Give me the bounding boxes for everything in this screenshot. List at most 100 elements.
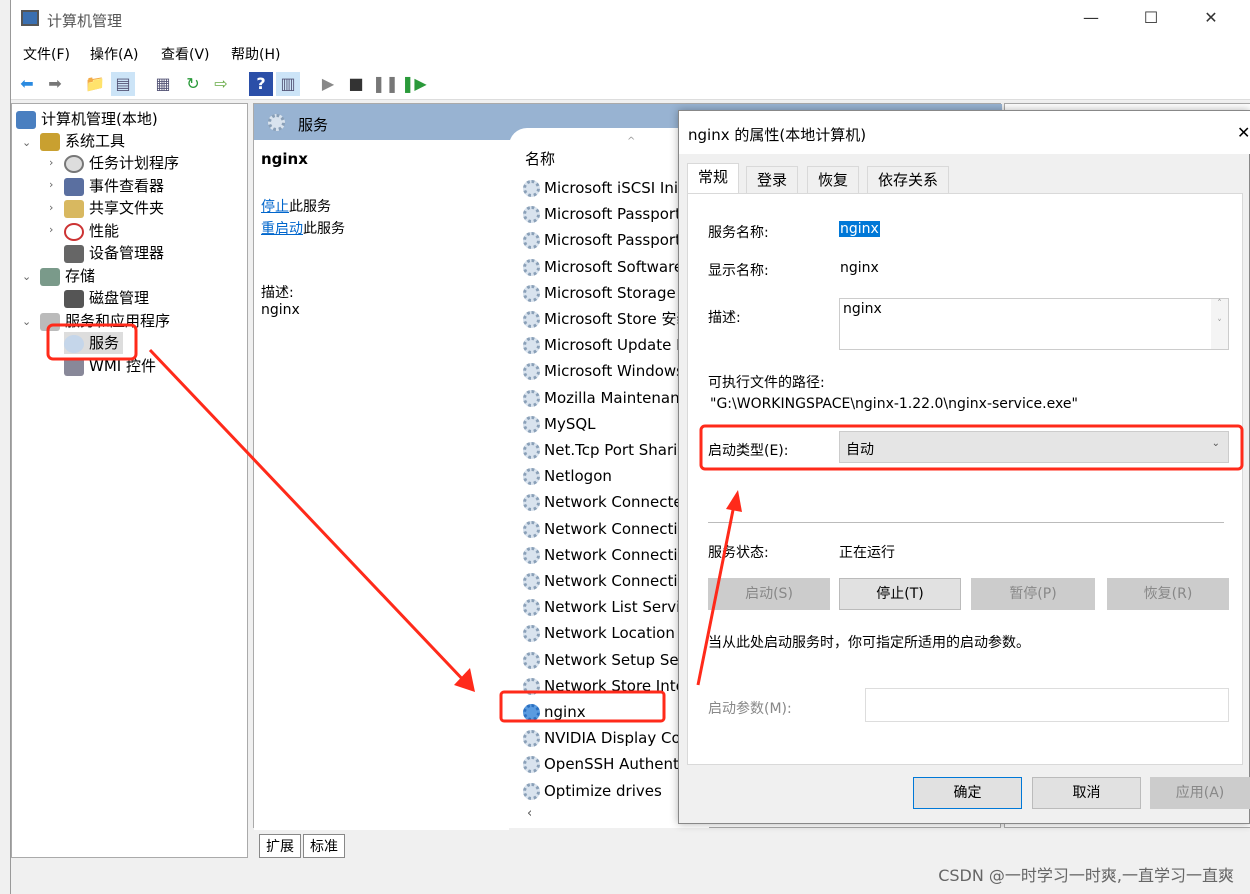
- chevron-right-icon[interactable]: ›: [49, 156, 53, 169]
- tree-root[interactable]: 计算机管理(本地): [16, 108, 158, 130]
- tab-standard[interactable]: 标准: [303, 834, 345, 858]
- dialog-close-button[interactable]: ✕: [1237, 123, 1250, 142]
- service-row[interactable]: Network Connected: [523, 490, 693, 514]
- service-row[interactable]: Network List Servic: [523, 595, 693, 619]
- stop-icon[interactable]: ■: [344, 72, 368, 96]
- window-title: 计算机管理: [47, 12, 123, 30]
- play-icon[interactable]: ▶: [316, 72, 340, 96]
- resume-icon[interactable]: ❚▶: [401, 72, 427, 96]
- tree-item-device-manager[interactable]: 设备管理器: [64, 242, 164, 264]
- tree-item-services[interactable]: 服务: [64, 332, 124, 354]
- service-row[interactable]: Mozilla Maintenanc: [523, 386, 693, 410]
- service-row[interactable]: OpenSSH Authenti: [523, 752, 693, 776]
- menu-view[interactable]: 查看(V): [161, 44, 210, 64]
- tab-recovery[interactable]: 恢复: [807, 166, 860, 194]
- service-row[interactable]: Network Store Inter: [523, 674, 693, 698]
- tree-item-system-tools[interactable]: 系统工具: [40, 130, 125, 152]
- apply-button[interactable]: 应用(A): [1150, 777, 1250, 809]
- tree-label: 服务: [89, 334, 120, 352]
- tree-item-services-and-apps[interactable]: 服务和应用程序: [40, 310, 170, 332]
- gear-icon: [523, 284, 540, 302]
- service-row[interactable]: Microsoft Store 安装: [523, 307, 693, 331]
- service-name: Microsoft Store 安装: [544, 310, 692, 328]
- chevron-down-icon[interactable]: ⌄: [22, 315, 31, 328]
- back-icon[interactable]: ⬅: [15, 72, 39, 96]
- tab-general[interactable]: 常规: [687, 163, 740, 195]
- chevron-right-icon[interactable]: ›: [49, 201, 53, 214]
- gear-icon: [523, 704, 540, 721]
- up-folder-icon[interactable]: 📁: [83, 72, 107, 96]
- start-params-input[interactable]: [865, 688, 1229, 722]
- chevron-right-icon[interactable]: ›: [49, 178, 53, 191]
- startup-type-select[interactable]: 自动 ⌄: [839, 431, 1229, 463]
- export-icon[interactable]: ⇨: [209, 72, 233, 96]
- tree-item-task-scheduler[interactable]: 任务计划程序: [64, 152, 179, 174]
- tab-extended[interactable]: 扩展: [259, 834, 301, 858]
- scroll-left-button[interactable]: ‹: [527, 806, 532, 821]
- show-hide-tree-icon[interactable]: ▤: [111, 72, 135, 96]
- service-row[interactable]: NVIDIA Display Cor: [523, 726, 693, 750]
- service-row[interactable]: Microsoft Passport: [523, 202, 693, 226]
- maximize-button[interactable]: ☐: [1131, 8, 1171, 27]
- service-row[interactable]: Microsoft iSCSI Initi: [523, 176, 693, 200]
- start-button[interactable]: 启动(S): [708, 578, 830, 610]
- tab-dependencies[interactable]: 依存关系: [867, 166, 950, 194]
- service-row[interactable]: Microsoft Windows: [523, 359, 693, 383]
- properties-icon[interactable]: ▦: [151, 72, 175, 96]
- service-row[interactable]: Network Location A: [523, 621, 693, 645]
- help-icon[interactable]: ?: [249, 72, 273, 96]
- pause-button[interactable]: 暂停(P): [971, 578, 1095, 610]
- chevron-right-icon[interactable]: ›: [49, 223, 53, 236]
- service-row[interactable]: Netlogon: [523, 464, 693, 488]
- service-row[interactable]: MySQL: [523, 412, 693, 436]
- service-name: Network Connected: [544, 493, 693, 512]
- menu-action[interactable]: 操作(A): [90, 44, 139, 64]
- stop-service-link[interactable]: 停止: [261, 199, 289, 215]
- cancel-button[interactable]: 取消: [1032, 777, 1141, 809]
- service-row[interactable]: Network Connectio: [523, 517, 693, 541]
- tree-item-wmi[interactable]: WMI 控件: [64, 355, 156, 377]
- resume-button[interactable]: 恢复(R): [1107, 578, 1229, 610]
- tree-item-disk-management[interactable]: 磁盘管理: [64, 287, 149, 309]
- service-name: Network Setup Serv: [544, 650, 693, 669]
- service-row[interactable]: Net.Tcp Port Sharin: [523, 438, 693, 462]
- chevron-down-icon[interactable]: ⌄: [22, 270, 31, 283]
- refresh-icon[interactable]: ↻: [181, 72, 205, 96]
- tree-item-storage[interactable]: 存储: [40, 265, 95, 287]
- chevron-down-icon[interactable]: ⌄: [22, 136, 31, 149]
- service-row[interactable]: Network Connectio: [523, 543, 693, 567]
- service-row[interactable]: Microsoft Update H: [523, 333, 693, 357]
- restart-service-link[interactable]: 重启动: [261, 221, 303, 237]
- description-textarea[interactable]: nginx ˄ ˅: [839, 298, 1229, 350]
- service-row[interactable]: Optimize drives: [523, 779, 693, 803]
- service-row[interactable]: nginx: [523, 700, 693, 724]
- menu-file[interactable]: 文件(F): [23, 44, 70, 64]
- tree-item-shared-folders[interactable]: 共享文件夹: [64, 197, 164, 219]
- app-icon: [21, 10, 39, 26]
- ok-button[interactable]: 确定: [913, 777, 1022, 809]
- minimize-button[interactable]: —: [1071, 8, 1111, 27]
- watermark: CSDN @一时学习一时爽,一直学习一直爽: [938, 866, 1234, 885]
- tree-item-performance[interactable]: 性能: [64, 220, 119, 242]
- column-header-name[interactable]: 名称: [525, 148, 555, 169]
- scrollbar[interactable]: ˄ ˅: [1211, 299, 1228, 349]
- show-hide-action-icon[interactable]: ▥: [276, 72, 300, 96]
- tree-item-event-viewer[interactable]: 事件查看器: [64, 175, 164, 197]
- service-name: Microsoft Software: [544, 257, 684, 276]
- restart-action: 重启动此服务: [261, 218, 345, 238]
- service-row[interactable]: Microsoft Passport C: [523, 228, 693, 252]
- tab-logon[interactable]: 登录: [746, 166, 799, 194]
- pause-icon[interactable]: ❚❚: [372, 72, 399, 96]
- service-row[interactable]: Network Setup Serv: [523, 648, 693, 672]
- forward-icon[interactable]: ➡: [43, 72, 67, 96]
- service-row[interactable]: Network Connectiv: [523, 569, 693, 593]
- menu-help[interactable]: 帮助(H): [231, 44, 280, 64]
- service-row[interactable]: Microsoft Software: [523, 255, 693, 279]
- startup-type-value: 自动: [846, 442, 874, 458]
- service-row[interactable]: Microsoft Storage S: [523, 281, 693, 305]
- stop-button[interactable]: 停止(T): [839, 578, 961, 610]
- service-name-value[interactable]: nginx: [839, 221, 880, 237]
- gear-icon: [523, 363, 540, 381]
- services-header-title: 服务: [298, 116, 329, 134]
- close-button[interactable]: ✕: [1191, 8, 1231, 27]
